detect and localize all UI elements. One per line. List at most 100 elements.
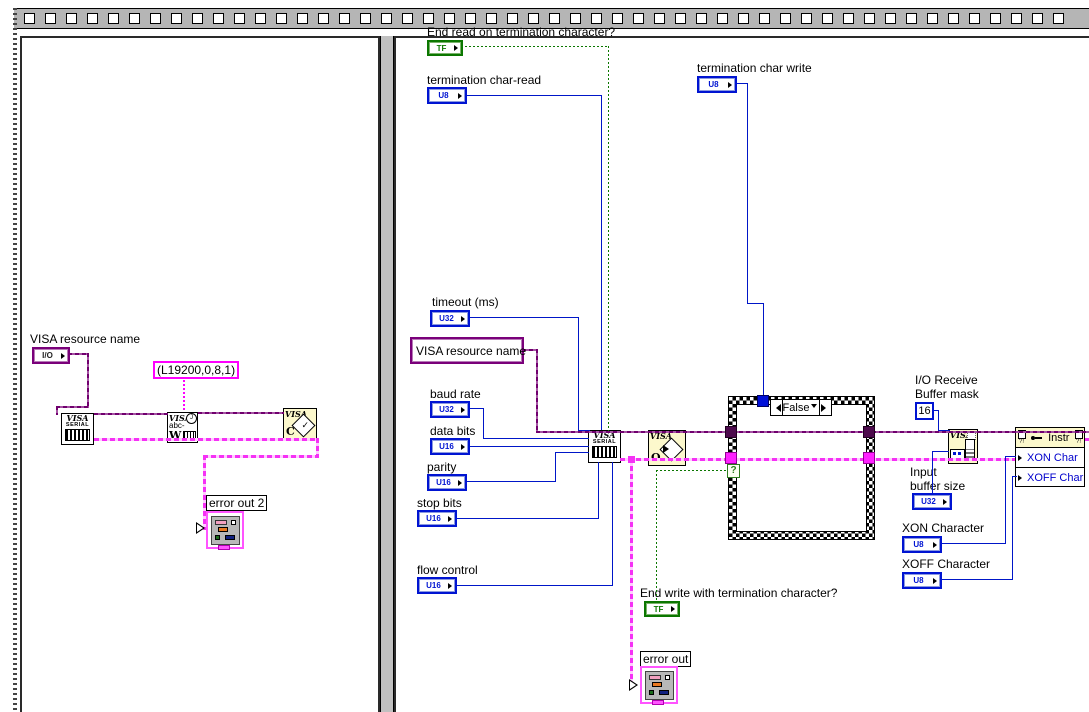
boolean-wire[interactable] xyxy=(461,46,609,47)
termination-char-read-terminal[interactable]: U8 xyxy=(427,87,467,104)
numeric-wire[interactable] xyxy=(470,408,484,409)
numeric-wire[interactable] xyxy=(612,462,613,586)
case-selector-terminal[interactable]: ? xyxy=(727,464,740,478)
error-cluster-glyph xyxy=(218,545,230,550)
numeric-wire[interactable] xyxy=(467,481,556,482)
mask-constant[interactable]: 16 xyxy=(915,402,934,420)
string-wire[interactable] xyxy=(183,380,185,412)
visa-wire[interactable] xyxy=(68,353,89,355)
end-read-terminal[interactable]: TF xyxy=(427,40,463,56)
numeric-wire[interactable] xyxy=(601,95,602,430)
numeric-wire[interactable] xyxy=(747,303,764,304)
sequence-frame-right xyxy=(394,36,1089,712)
numeric-wire[interactable] xyxy=(1012,476,1013,580)
numeric-wire[interactable] xyxy=(483,408,484,439)
visa-wire[interactable] xyxy=(94,413,168,415)
sprocket-square xyxy=(591,13,602,24)
stop-bits-terminal[interactable]: U16 xyxy=(417,510,457,527)
numeric-wire[interactable] xyxy=(555,452,556,482)
visa-wire[interactable] xyxy=(198,412,284,414)
data-bits-terminal[interactable]: U16 xyxy=(430,438,470,455)
numeric-wire[interactable] xyxy=(578,317,579,431)
sprocket-square xyxy=(885,13,896,24)
boolean-wire[interactable] xyxy=(608,46,609,431)
case-next-icon[interactable] xyxy=(821,403,830,412)
numeric-wire[interactable] xyxy=(1012,476,1017,477)
numeric-wire[interactable] xyxy=(932,451,949,452)
xon-character-terminal[interactable]: U8 xyxy=(902,536,942,553)
numeric-wire[interactable] xyxy=(1005,456,1016,457)
parity-terminal[interactable]: U16 xyxy=(427,474,467,491)
numeric-wire[interactable] xyxy=(747,83,748,304)
case-prev-icon[interactable] xyxy=(772,403,781,412)
visa-wire[interactable] xyxy=(56,406,89,408)
sprocket-square xyxy=(276,13,287,24)
numeric-wire[interactable] xyxy=(457,518,599,519)
visa-serial-node[interactable]: VISA SERIAL xyxy=(61,413,94,445)
error-wire[interactable] xyxy=(620,458,1015,461)
error-wire[interactable] xyxy=(94,438,319,441)
xoff-character-terminal[interactable]: U8 xyxy=(902,572,942,589)
numeric-wire[interactable] xyxy=(940,543,1006,544)
numeric-wire[interactable] xyxy=(598,462,599,519)
data-bits-label: data bits xyxy=(430,424,476,438)
case-tunnel-error-left[interactable] xyxy=(725,452,737,464)
flow-control-terminal[interactable]: U16 xyxy=(417,577,457,594)
u8-text: U8 xyxy=(913,576,924,585)
serial-config-string-constant[interactable]: (L19200,0,8,1) xyxy=(153,361,240,379)
visa-resource-name-control[interactable]: VISA resource name xyxy=(410,337,527,364)
boolean-wire[interactable] xyxy=(656,470,657,601)
visa-wire[interactable] xyxy=(87,353,89,408)
boolean-wire[interactable] xyxy=(656,470,728,471)
sprocket-square xyxy=(381,13,392,24)
termination-char-write-terminal[interactable]: U8 xyxy=(697,76,737,93)
error-out-indicator[interactable] xyxy=(640,666,678,705)
case-tunnel-visa-right[interactable] xyxy=(863,426,875,438)
case-tunnel-error-right[interactable] xyxy=(863,452,875,464)
error-wire[interactable] xyxy=(1085,438,1089,441)
error-out-2-indicator[interactable] xyxy=(206,511,244,550)
sprocket-square xyxy=(675,13,686,24)
error-wire[interactable] xyxy=(630,458,633,685)
numeric-wire[interactable] xyxy=(763,303,764,396)
sprocket-square xyxy=(24,13,35,24)
numeric-wire[interactable] xyxy=(483,438,589,439)
visa-property-node[interactable]: ?! Instr ?! XON Char XOFF Char xyxy=(1015,427,1085,487)
numeric-wire[interactable] xyxy=(470,446,589,447)
property-input-arrow-icon xyxy=(1018,474,1025,481)
timeout-terminal[interactable]: U32 xyxy=(430,310,470,327)
case-tunnel-visa-left[interactable] xyxy=(725,426,737,438)
visa-wire[interactable] xyxy=(536,431,1089,433)
visa-wire[interactable] xyxy=(536,349,538,433)
numeric-wire[interactable] xyxy=(467,95,602,96)
numeric-wire[interactable] xyxy=(940,579,1013,580)
case-selector[interactable]: False xyxy=(770,399,832,416)
numeric-wire[interactable] xyxy=(457,585,613,586)
numeric-wire[interactable] xyxy=(555,452,589,453)
end-write-terminal[interactable]: TF xyxy=(644,601,680,617)
tf-text: TF xyxy=(653,604,664,614)
visa-resource-terminal[interactable]: I/O xyxy=(32,347,70,364)
u16-text: U16 xyxy=(426,514,441,523)
error-wire[interactable] xyxy=(203,455,319,458)
visa-wire[interactable] xyxy=(56,406,58,415)
input-buffer-size-terminal[interactable]: U32 xyxy=(912,493,952,510)
numeric-wire[interactable] xyxy=(938,410,939,431)
visa-resource-control-text: VISA resource name xyxy=(416,343,527,358)
case-tunnel-boolean[interactable] xyxy=(757,395,769,407)
visa-serial-node[interactable]: VISA SERIAL xyxy=(588,430,621,463)
numeric-wire[interactable] xyxy=(470,317,579,318)
property-row-xon-char[interactable]: XON Char xyxy=(1016,448,1084,468)
sprocket-square xyxy=(1053,13,1064,24)
baud-rate-terminal[interactable]: U32 xyxy=(430,401,470,418)
case-dropdown-icon[interactable] xyxy=(811,404,818,411)
visa-close-node[interactable]: VISA ✓ C xyxy=(283,408,317,440)
numeric-wire[interactable] xyxy=(938,430,950,431)
wire-junction[interactable] xyxy=(628,456,635,463)
case-structure[interactable] xyxy=(728,396,875,540)
error-cluster-glyph xyxy=(649,675,661,680)
open-arrow-glyph xyxy=(663,445,673,453)
numeric-wire[interactable] xyxy=(932,452,933,494)
property-row-xoff-char[interactable]: XOFF Char xyxy=(1016,468,1084,487)
numeric-wire[interactable] xyxy=(1005,456,1006,544)
